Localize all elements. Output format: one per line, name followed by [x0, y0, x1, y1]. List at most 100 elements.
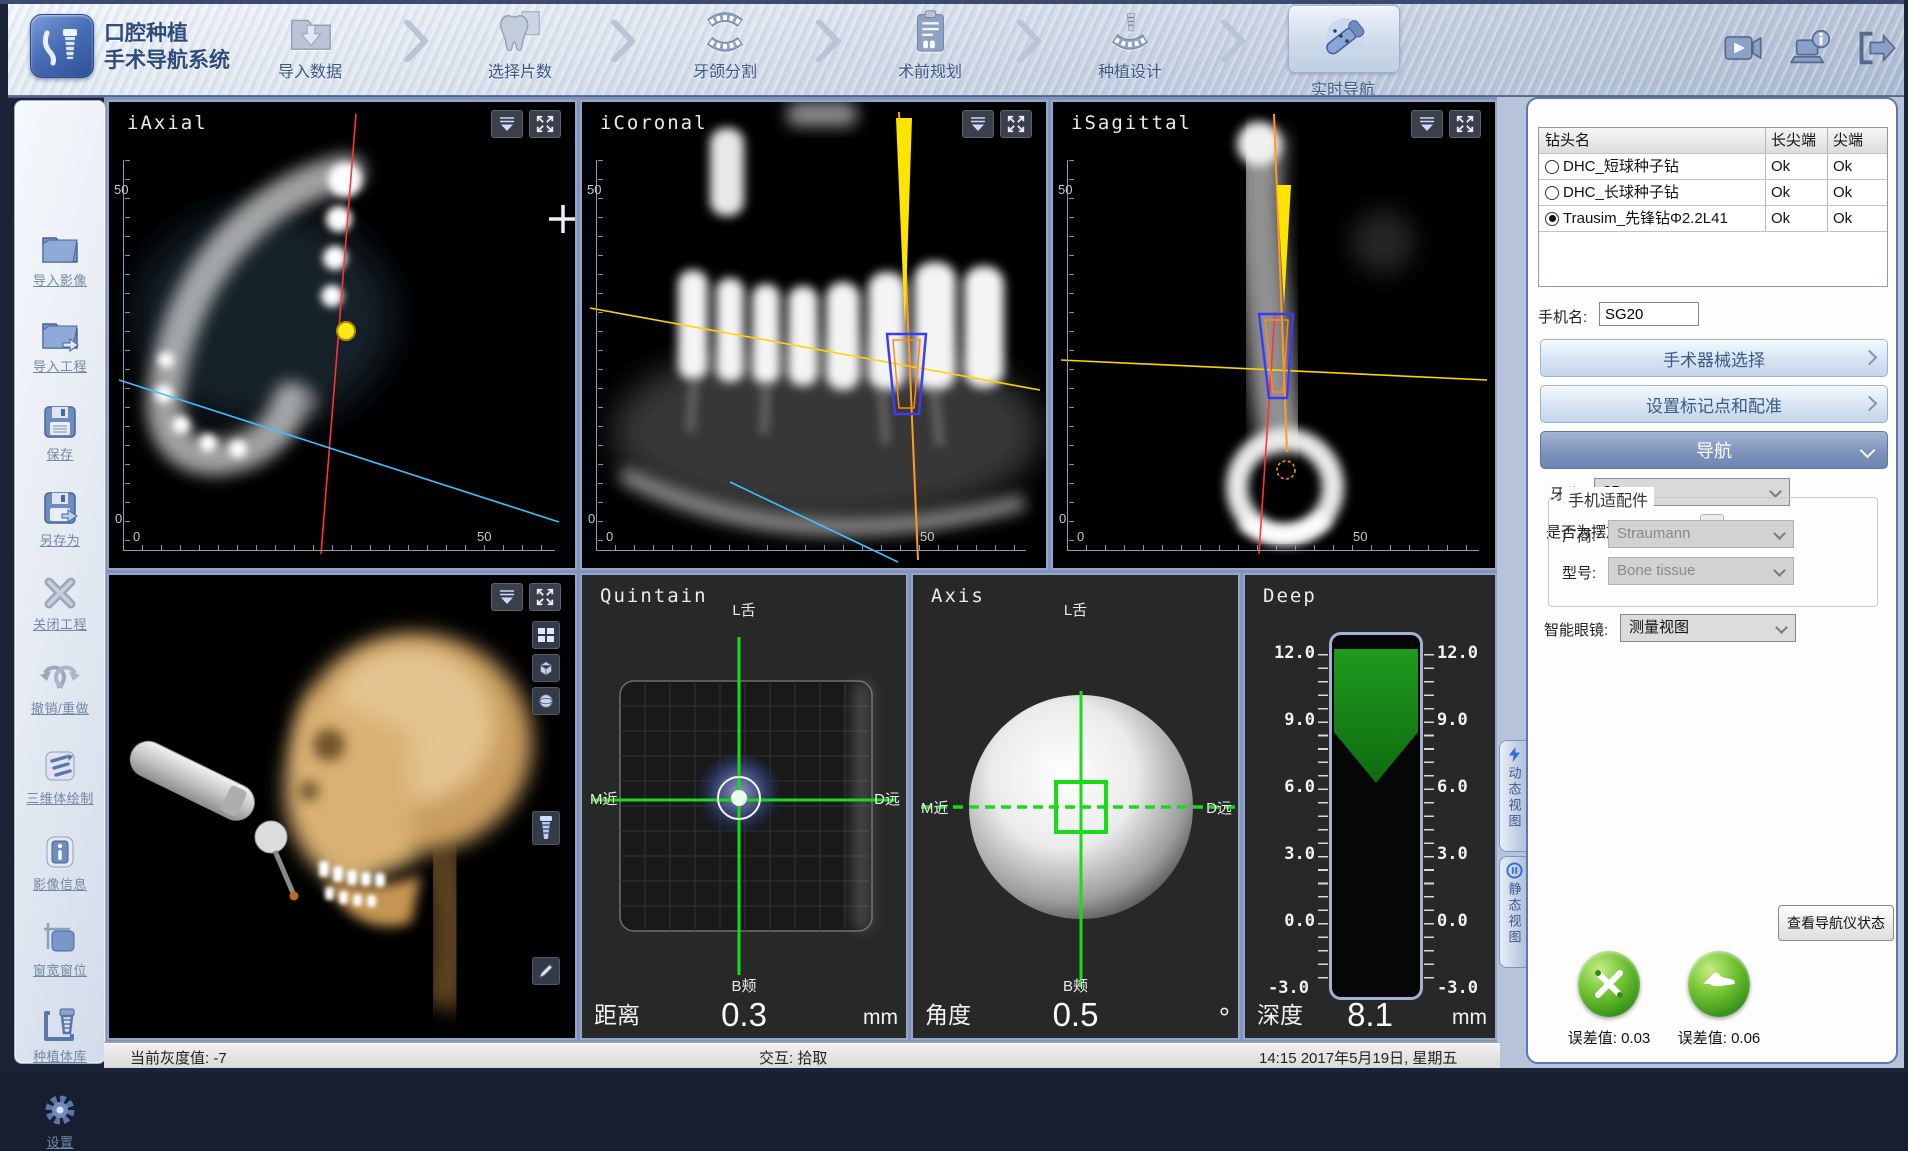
- layout-dropdown-icon[interactable]: [491, 583, 523, 611]
- instrument-select-button[interactable]: 手术器械选择: [1540, 339, 1888, 377]
- drill-long-tip-status: Ok: [1765, 154, 1827, 179]
- sidebar-item-volume-render[interactable]: 三维体绘制: [15, 747, 105, 807]
- drill-radio[interactable]: [1545, 160, 1559, 174]
- model-select[interactable]: Bone tissue: [1608, 557, 1794, 585]
- viewport-sagittal[interactable]: iSagittal 50 0 0 50: [1051, 100, 1497, 570]
- ruler-horizontal-ticks: [123, 545, 555, 550]
- sidebar-item-close-project[interactable]: 关闭工程: [15, 575, 105, 633]
- viewport-coronal[interactable]: iCoronal 50 0 0 50: [580, 100, 1048, 570]
- status-bar: 当前灰度值: -7 交互: 拾取 14:15 2017年5月19日, 星期五: [104, 1042, 1500, 1069]
- gauge-label: 9.0: [1437, 710, 1497, 730]
- viewport-quintain[interactable]: Quintain L舌 M近 D远 B颊 距离 0.3 mm: [580, 573, 908, 1040]
- sidebar-item-implant-library[interactable]: 种植体库: [15, 1005, 105, 1065]
- col-tip: 尖端: [1827, 128, 1887, 153]
- handpiece-name-input[interactable]: [1599, 302, 1699, 326]
- viewport-axis[interactable]: Axis L舌 M近 D远 B颊 角度 0.5 °: [911, 573, 1240, 1040]
- drill-tip-status: Ok: [1827, 180, 1887, 205]
- fullscreen-icon[interactable]: [1449, 110, 1481, 138]
- fullscreen-icon[interactable]: [529, 583, 561, 611]
- sidebar-item-label: 导入工程: [15, 356, 105, 375]
- tab-static-view[interactable]: 静态视图: [1499, 856, 1528, 968]
- cube-view-icon[interactable]: [532, 654, 560, 682]
- sidebar-item-label: 撤销/重做: [15, 698, 105, 717]
- tab-dynamic-view[interactable]: 动态视图: [1499, 740, 1528, 852]
- sidebar-item-import-project[interactable]: 导入工程: [15, 315, 105, 375]
- ruler-horizontal: [1067, 550, 1479, 551]
- implant-display-icon[interactable]: [532, 811, 560, 845]
- sidebar-item-import-image[interactable]: 导入影像: [15, 229, 105, 289]
- step-jaw-segmentation[interactable]: 牙颌分割: [665, 6, 785, 82]
- gauge-label: -3.0: [1249, 978, 1309, 998]
- app-logo: [30, 14, 94, 78]
- ruler-label: 0: [115, 511, 122, 526]
- fullscreen-icon[interactable]: [1000, 110, 1032, 138]
- sidebar-item-label: 保存: [15, 444, 105, 463]
- navigator-status-button[interactable]: 查看导航仪状态: [1778, 905, 1894, 941]
- sidebar-item-label: 三维体绘制: [15, 788, 105, 807]
- sidebar-item-save[interactable]: 保存: [15, 403, 105, 463]
- gauge-ticks-left: [1318, 654, 1328, 990]
- sidebar-item-save-as[interactable]: 另存为: [15, 489, 105, 549]
- sidebar-item-window-level[interactable]: 窗宽窗位: [15, 919, 105, 979]
- gauge-label: -3.0: [1437, 978, 1497, 998]
- window-frame-right: [1904, 0, 1908, 1072]
- calibration-wrench-button[interactable]: [1578, 951, 1640, 1017]
- step-select-slices[interactable]: 选择片数: [460, 6, 580, 82]
- video-record-button[interactable]: [1722, 30, 1764, 66]
- coronal-ct-image: [582, 102, 1046, 568]
- sidebar-item-undo-redo[interactable]: 撤销/重做: [15, 661, 105, 717]
- drill-radio[interactable]: [1545, 186, 1559, 200]
- model-value: Bone tissue: [1617, 562, 1695, 579]
- fullscreen-icon[interactable]: [529, 110, 561, 138]
- sidebar-item-settings[interactable]: 设置: [15, 1091, 105, 1151]
- marker-registration-button[interactable]: 设置标记点和配准: [1540, 385, 1888, 423]
- drill-radio-selected[interactable]: [1545, 212, 1559, 226]
- ruler-label: 0: [1077, 529, 1084, 544]
- viewport-deep[interactable]: Deep 12.0 9.0 6.0 3.0 0.0 -3.0 12.0 9.0 …: [1243, 573, 1497, 1040]
- top-toolbar: 口腔种植 手术导航系统 导入数据 选择片数: [0, 0, 1908, 97]
- drill-row[interactable]: DHC_长球种子钻 Ok Ok: [1539, 180, 1887, 206]
- axis-target-display: [913, 575, 1238, 1038]
- select-slices-icon: [492, 6, 548, 56]
- handpiece-name-label: 手机名:: [1538, 306, 1587, 327]
- layout-dropdown-icon[interactable]: [1411, 110, 1443, 138]
- multi-pane-layout-icon[interactable]: [532, 621, 560, 649]
- layout-dropdown-icon[interactable]: [491, 110, 523, 138]
- jaw-segmentation-icon: [697, 6, 753, 56]
- sidebar-item-label: 窗宽窗位: [15, 960, 105, 979]
- navigation-section-header[interactable]: 导航: [1540, 431, 1888, 469]
- annotate-pencil-icon[interactable]: [532, 957, 560, 985]
- save-as-icon: [40, 489, 80, 527]
- session-info-button[interactable]: [1790, 30, 1832, 66]
- step-realtime-navigation[interactable]: [1288, 5, 1400, 73]
- gauge-label: 12.0: [1255, 643, 1315, 663]
- window-frame-left: [0, 0, 8, 1072]
- drill-name: Trausim_先锋钻Φ2.2L41: [1563, 206, 1728, 231]
- drill-row-selected[interactable]: Trausim_先锋钻Φ2.2L41 Ok Ok: [1539, 206, 1887, 232]
- ruler-label: 50: [477, 529, 491, 544]
- layout-dropdown-icon[interactable]: [962, 110, 994, 138]
- viewport-axial[interactable]: iAxial 50 0 0 50: [107, 100, 577, 570]
- handpiece-check-icon: [1698, 964, 1740, 1004]
- step-label: 导入数据: [250, 58, 370, 82]
- sidebar-item-image-info[interactable]: 影像信息: [15, 833, 105, 893]
- realtime-navigation-icon: [1314, 11, 1374, 67]
- handpiece-check-button[interactable]: [1688, 951, 1750, 1017]
- step-preop-planning[interactable]: 术前规划: [870, 6, 990, 82]
- step-implant-design[interactable]: 种植设计: [1070, 6, 1190, 82]
- orientation-label-buccal: B颊: [582, 975, 906, 996]
- smart-glasses-select[interactable]: 测量视图: [1620, 614, 1796, 642]
- ruler-vertical-ticks: [598, 160, 603, 548]
- chevron-down-icon: [1775, 621, 1788, 634]
- step-import-data[interactable]: 导入数据: [250, 6, 370, 82]
- drill-row[interactable]: DHC_短球种子钻 Ok Ok: [1539, 154, 1887, 180]
- step-label: 选择片数: [460, 58, 580, 82]
- vendor-select[interactable]: Straumann: [1608, 520, 1794, 548]
- left-toolbar: 导入影像 导入工程 保存: [14, 100, 106, 1064]
- exit-button[interactable]: [1856, 30, 1898, 66]
- sphere-view-icon[interactable]: [532, 687, 560, 715]
- implant-design-icon: [1102, 6, 1158, 56]
- ruler-horizontal-ticks: [1067, 545, 1479, 550]
- ruler-label: 50: [1353, 529, 1367, 544]
- viewport-3d[interactable]: [107, 573, 577, 1040]
